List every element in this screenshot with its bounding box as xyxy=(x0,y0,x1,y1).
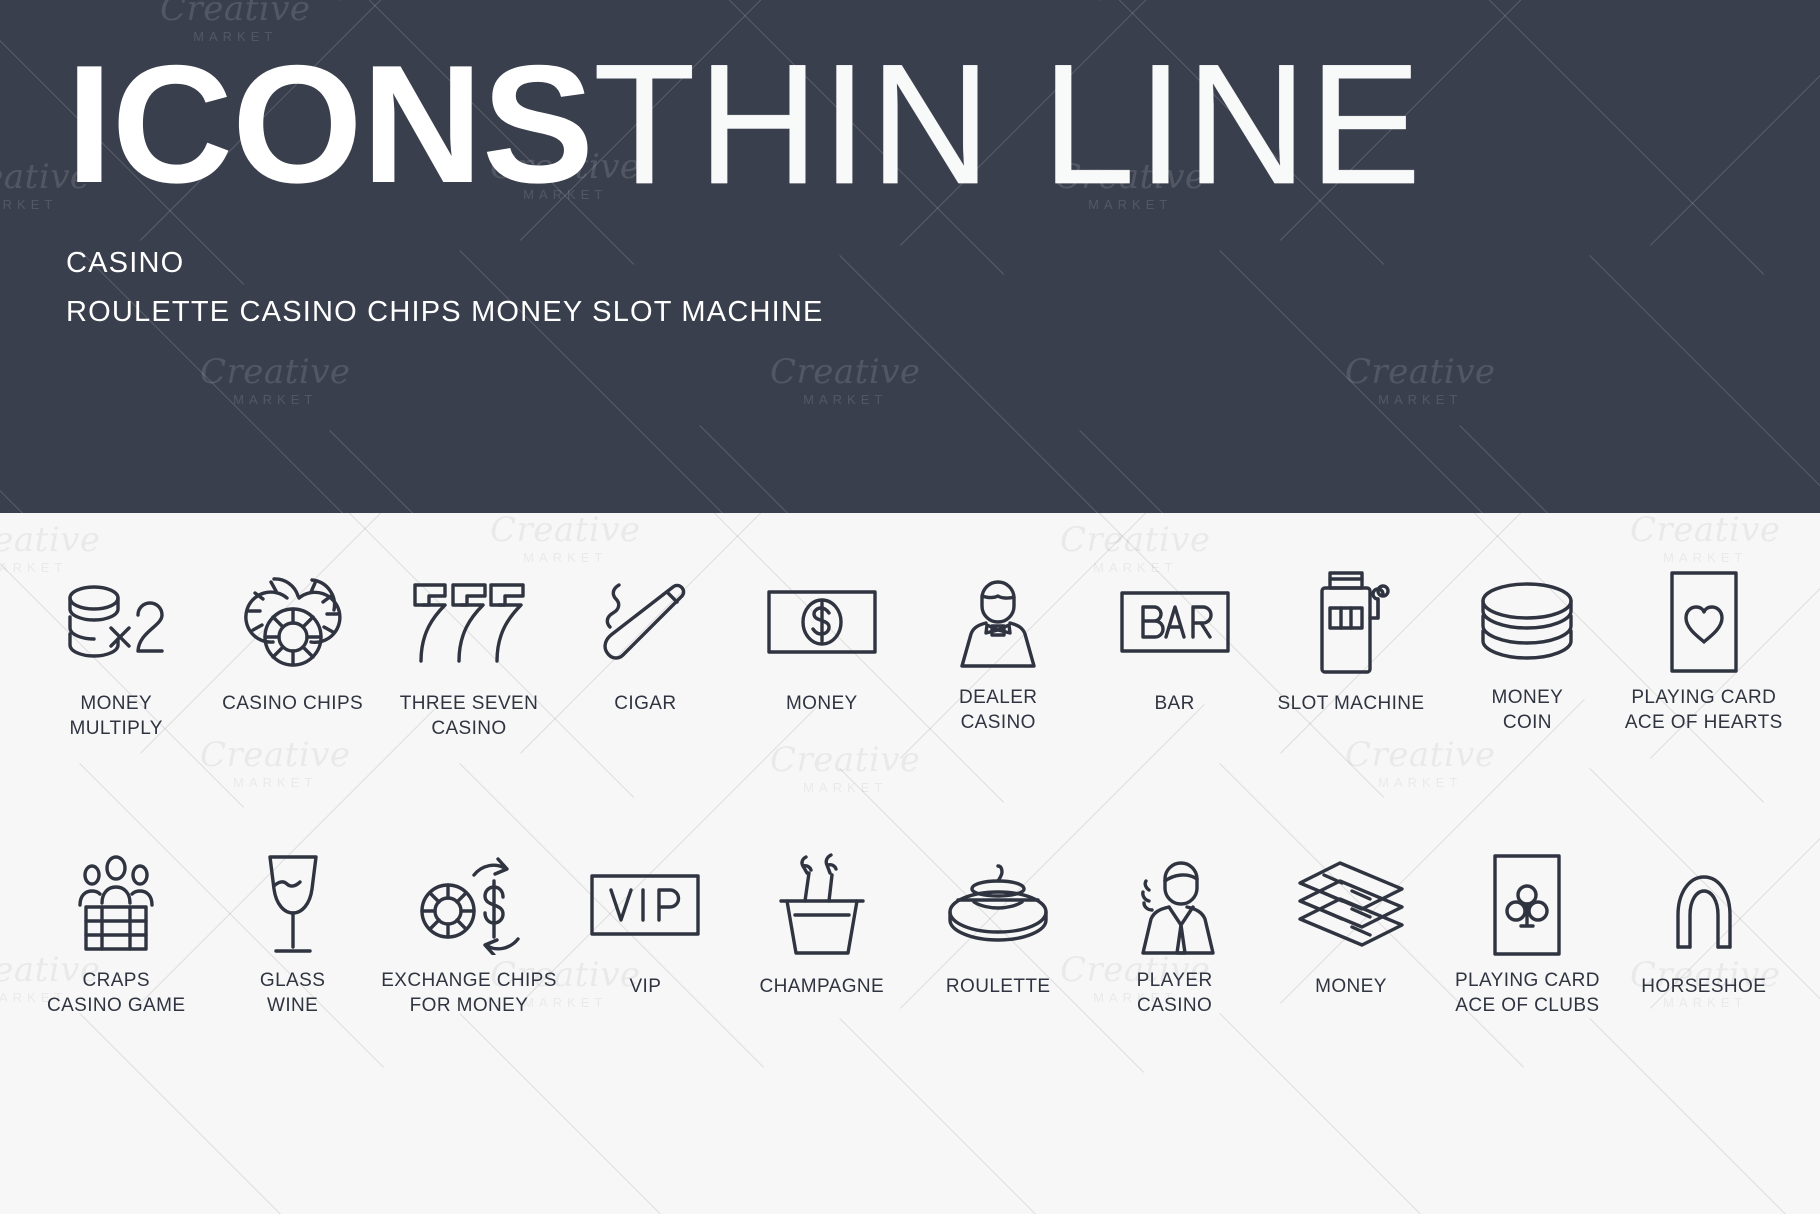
icon-caption: ROULETTE xyxy=(945,976,1051,997)
icon-caption: VIP xyxy=(629,976,662,997)
playing-card-ace-of-clubs-icon[interactable] xyxy=(1491,850,1563,960)
icon-cell[interactable]: PLAYER CASINO xyxy=(1086,850,1262,1055)
icon-caption: SLOT MACHINE xyxy=(1277,693,1425,714)
category-label: CASINO xyxy=(66,246,185,279)
icon-caption: GLASS WINE xyxy=(259,970,326,1017)
money-coin-stack-icon[interactable] xyxy=(1475,567,1579,677)
exchange-chips-for-money-icon[interactable] xyxy=(414,850,524,960)
craps-casino-game-icon[interactable] xyxy=(68,850,164,960)
icon-cell[interactable]: MONEY MULTIPLY xyxy=(28,567,204,772)
icon-caption: DEALER CASINO xyxy=(958,687,1038,734)
page-title: ICONSTHIN LINE xyxy=(66,28,1820,220)
icon-caption: MONEY xyxy=(1315,976,1387,997)
three-seven-casino-icon[interactable] xyxy=(411,567,527,677)
money-bills-icon[interactable] xyxy=(1296,850,1406,960)
icon-caption: CHAMPAGNE xyxy=(759,976,885,997)
icon-cell[interactable]: EXCHANGE CHIPS FOR MONEY xyxy=(381,850,557,1055)
casino-chips-icon[interactable] xyxy=(241,567,345,677)
icon-cell[interactable]: MONEY xyxy=(1263,850,1439,1055)
icon-caption: EXCHANGE CHIPS FOR MONEY xyxy=(381,970,557,1017)
roulette-wheel-icon[interactable] xyxy=(944,850,1052,960)
icon-caption: BAR xyxy=(1154,693,1195,714)
icon-caption: MONEY xyxy=(785,693,858,714)
dealer-casino-icon[interactable] xyxy=(948,567,1048,677)
player-casino-icon[interactable] xyxy=(1125,850,1225,960)
icon-cell[interactable]: VIP xyxy=(557,850,733,1055)
playing-card-ace-of-hearts-icon[interactable] xyxy=(1668,567,1740,677)
icon-grid: MONEY MULTIPLY CASINO CHIPS THREE SEVEN … xyxy=(0,513,1820,1055)
icon-cell[interactable]: BAR xyxy=(1086,567,1262,772)
vip-sign-icon[interactable] xyxy=(589,850,701,960)
icon-cell[interactable]: ROULETTE xyxy=(910,850,1086,1055)
title-icons: ICONS xyxy=(66,30,594,218)
icon-caption: CASINO CHIPS xyxy=(222,693,364,714)
icon-caption: PLAYER CASINO xyxy=(1136,970,1213,1017)
money-banknote-icon[interactable] xyxy=(766,567,878,677)
money-multiply-icon[interactable] xyxy=(64,567,168,677)
icon-caption: PLAYING CARD ACE OF CLUBS xyxy=(1454,970,1600,1017)
icon-caption: CRAPS CASINO GAME xyxy=(46,970,186,1017)
icon-caption: THREE SEVEN CASINO xyxy=(399,693,539,740)
icon-caption: HORSESHOE xyxy=(1641,976,1767,997)
header-banner: Creative MARKET Creative MARKET Creative… xyxy=(0,0,1820,513)
icon-cell[interactable]: PLAYING CARD ACE OF HEARTS xyxy=(1616,567,1792,772)
horseshoe-icon[interactable] xyxy=(1656,850,1752,960)
cigar-icon[interactable] xyxy=(595,567,695,677)
keywords-label: ROULETTE CASINO CHIPS MONEY SLOT MACHINE xyxy=(66,295,824,328)
icon-cell[interactable]: CRAPS CASINO GAME xyxy=(28,850,204,1055)
icon-cell[interactable]: MONEY xyxy=(734,567,910,772)
icon-cell[interactable]: CASINO CHIPS xyxy=(204,567,380,772)
icon-sheet: CreativeMARKET CreativeMARKET CreativeMA… xyxy=(0,513,1820,1214)
icon-caption: MONEY COIN xyxy=(1491,687,1564,734)
slot-machine-icon[interactable] xyxy=(1308,567,1394,677)
icon-cell[interactable]: DEALER CASINO xyxy=(910,567,1086,772)
title-thin-line: THIN LINE xyxy=(593,28,1424,220)
icon-cell[interactable]: HORSESHOE xyxy=(1616,850,1792,1055)
watermark-creative-market: Creative MARKET xyxy=(200,352,351,407)
icon-cell[interactable]: PLAYING CARD ACE OF CLUBS xyxy=(1439,850,1615,1055)
icon-caption: MONEY MULTIPLY xyxy=(69,693,163,740)
bar-sign-icon[interactable] xyxy=(1119,567,1231,677)
icon-cell[interactable]: THREE SEVEN CASINO xyxy=(381,567,557,772)
glass-wine-icon[interactable] xyxy=(256,850,330,960)
icon-cell[interactable]: CHAMPAGNE xyxy=(734,850,910,1055)
watermark-creative-market: Creative MARKET xyxy=(1345,352,1496,407)
icon-caption: PLAYING CARD ACE OF HEARTS xyxy=(1624,687,1783,734)
icon-cell[interactable]: MONEY COIN xyxy=(1439,567,1615,772)
icon-cell[interactable]: SLOT MACHINE xyxy=(1263,567,1439,772)
icon-caption: CIGAR xyxy=(614,693,677,714)
champagne-bucket-icon[interactable] xyxy=(773,850,871,960)
watermark-creative-market: Creative MARKET xyxy=(770,352,921,407)
icon-cell[interactable]: CIGAR xyxy=(557,567,733,772)
icon-cell[interactable]: GLASS WINE xyxy=(204,850,380,1055)
